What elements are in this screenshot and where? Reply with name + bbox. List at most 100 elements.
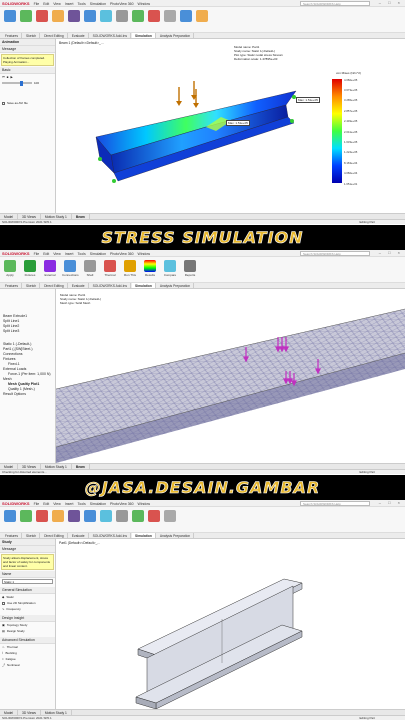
toolbar-icon[interactable] (116, 510, 128, 522)
menu-view[interactable]: View (53, 502, 61, 506)
toolbar-icon[interactable] (36, 510, 48, 522)
frames-slider[interactable] (2, 80, 32, 86)
menu-edit[interactable]: Edit (43, 252, 49, 256)
toolbar-icon[interactable] (20, 10, 32, 22)
menu-view[interactable]: View (53, 252, 61, 256)
toolbar-icon[interactable] (132, 10, 144, 22)
tab-evaluate[interactable]: Evaluate (69, 533, 89, 538)
stop-icon[interactable]: ■ (7, 75, 9, 79)
menu-edit[interactable]: Edit (43, 2, 49, 6)
toolbar-icon[interactable] (52, 10, 64, 22)
menu-edit[interactable]: Edit (43, 502, 49, 506)
connections-icon[interactable] (64, 260, 76, 272)
menu-tools[interactable]: Tools (78, 2, 86, 6)
tab-direct-editing[interactable]: Direct Editing (41, 533, 68, 538)
study-option[interactable]: ▤ Design Study (0, 628, 55, 634)
menu-photoview[interactable]: PhotoView 360 (110, 252, 133, 256)
checkbox[interactable] (2, 601, 5, 605)
toolbar-icon[interactable] (84, 510, 96, 522)
menu-simulation[interactable]: Simulation (90, 2, 106, 6)
menu-simulation[interactable]: Simulation (90, 252, 106, 256)
tab-evaluate[interactable]: Evaluate (69, 33, 89, 38)
menu-view[interactable]: View (53, 2, 61, 6)
toolbar-icon[interactable] (4, 510, 16, 522)
menu-window[interactable]: Window (138, 252, 150, 256)
toolbar-icon[interactable] (116, 10, 128, 22)
menu-insert[interactable]: Insert (65, 252, 74, 256)
search-input[interactable]: Search SOLIDWORKS Help (300, 1, 370, 6)
save-avi-row[interactable]: Save as AVI file (0, 100, 55, 106)
tab-direct-editing[interactable]: Direct Editing (41, 33, 68, 38)
tab-simulation[interactable]: Simulation (132, 33, 156, 38)
menu-file[interactable]: File (34, 252, 40, 256)
toolbar-icon[interactable] (68, 510, 80, 522)
tab-features[interactable]: Features (2, 533, 23, 538)
thermal-icon[interactable] (104, 260, 116, 272)
menu-file[interactable]: File (34, 2, 40, 6)
toolbar-icon[interactable] (84, 10, 96, 22)
tree-item[interactable]: Result Options (0, 391, 55, 396)
results-icon[interactable] (144, 260, 156, 272)
tab-sketch[interactable]: Sketch (23, 33, 41, 38)
menu-photoview[interactable]: PhotoView 360 (110, 502, 133, 506)
toolbar-icon[interactable] (164, 510, 176, 522)
menu-window[interactable]: Window (138, 502, 150, 506)
tab-analysis-preparation[interactable]: Analysis Preparation (157, 533, 195, 538)
tab-analysis-preparation[interactable]: Analysis Preparation (157, 283, 195, 288)
tab-features[interactable]: Features (2, 283, 23, 288)
menu-insert[interactable]: Insert (65, 502, 74, 506)
tab-simulation[interactable]: Simulation (132, 533, 156, 538)
study-name-input[interactable]: Static 1 (2, 579, 53, 584)
window-controls[interactable]: – □ × (379, 500, 403, 505)
menu-tools[interactable]: Tools (78, 502, 86, 506)
rewind-icon[interactable]: ⏮ (2, 75, 5, 79)
toolbar-icon[interactable] (36, 10, 48, 22)
toolbar-icon[interactable] (52, 510, 64, 522)
menu-window[interactable]: Window (138, 2, 150, 6)
toolbar-icon[interactable] (100, 10, 112, 22)
menu-photoview[interactable]: PhotoView 360 (110, 2, 133, 6)
tab-addins[interactable]: SOLIDWORKS Add-Ins (90, 533, 132, 538)
study-advisor-icon[interactable] (4, 260, 16, 272)
stress-viewport[interactable]: Beam 1 (Default<<Default>_... Model name… (56, 39, 405, 213)
toolbar-icon[interactable] (148, 10, 160, 22)
window-controls[interactable]: – □ × (379, 0, 403, 5)
toolbar-icon[interactable] (164, 10, 176, 22)
tree-item[interactable]: Force-1 (Per item: 1,000 N) (0, 371, 55, 376)
external-loads-icon[interactable] (44, 260, 56, 272)
menu-tools[interactable]: Tools (78, 252, 86, 256)
shell-icon[interactable] (84, 260, 96, 272)
tab-addins[interactable]: SOLIDWORKS Add-Ins (90, 283, 132, 288)
study-option[interactable]: ∿ Frequency (0, 606, 55, 612)
tab-sketch[interactable]: Sketch (23, 533, 41, 538)
toolbar-icon[interactable] (196, 10, 208, 22)
menu-file[interactable]: File (34, 502, 40, 506)
search-input[interactable]: Search SOLIDWORKS Help (300, 251, 370, 256)
toolbar-icon[interactable] (180, 10, 192, 22)
study-option[interactable]: ⤴ Nonlinear (0, 662, 55, 668)
tab-features[interactable]: Features (2, 33, 23, 38)
fixtures-icon[interactable] (24, 260, 36, 272)
window-controls[interactable]: – □ × (379, 250, 403, 255)
toolbar-icon[interactable] (132, 510, 144, 522)
tab-direct-editing[interactable]: Direct Editing (41, 283, 68, 288)
tab-evaluate[interactable]: Evaluate (69, 283, 89, 288)
menu-insert[interactable]: Insert (65, 2, 74, 6)
tab-analysis-preparation[interactable]: Analysis Preparation (157, 33, 195, 38)
tab-simulation[interactable]: Simulation (132, 283, 156, 288)
play-icon[interactable]: ▶ (11, 75, 13, 79)
part-viewport[interactable]: Part1 (Default<<Default>_... (56, 539, 405, 709)
run-icon[interactable] (124, 260, 136, 272)
toolbar-icon[interactable] (20, 510, 32, 522)
toolbar-icon[interactable] (4, 10, 16, 22)
menu-simulation[interactable]: Simulation (90, 502, 106, 506)
tree-item[interactable]: Split Line3 (0, 328, 55, 333)
reports-icon[interactable] (184, 260, 196, 272)
tab-sketch[interactable]: Sketch (23, 283, 41, 288)
tab-addins[interactable]: SOLIDWORKS Add-Ins (90, 33, 132, 38)
mesh-viewport[interactable]: Model name: Part1 Study name: Static 1(-… (56, 289, 405, 463)
toolbar-icon[interactable] (100, 510, 112, 522)
toolbar-icon[interactable] (68, 10, 80, 22)
search-input[interactable]: Search SOLIDWORKS Help (300, 501, 370, 506)
toolbar-icon[interactable] (148, 510, 160, 522)
